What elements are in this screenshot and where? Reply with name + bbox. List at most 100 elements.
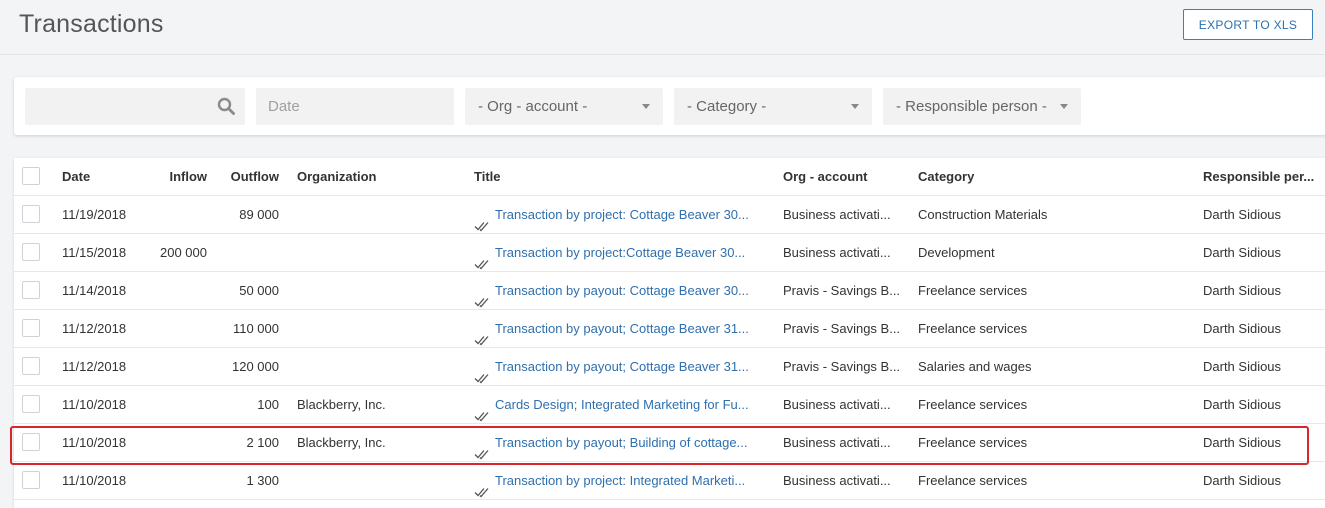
table-row[interactable]: 11/12/2018 120 000 Transaction by payout; … <box>14 348 1325 386</box>
cell-inflow: 200 000 <box>160 245 207 260</box>
row-checkbox[interactable] <box>22 471 40 489</box>
cell-category: Salaries and wages <box>918 359 1032 374</box>
category-select-value: - Category - <box>687 98 767 115</box>
cell-category: Development <box>918 245 995 260</box>
table-row[interactable]: 11/14/2018 50 000 Transaction by payout: C… <box>14 272 1325 310</box>
cell-responsible: Darth Sidious <box>1203 321 1282 336</box>
transactions-table: Date Inflow Outflow Organization Title O… <box>14 158 1325 508</box>
double-check-icon <box>474 361 490 383</box>
double-check-icon <box>474 285 490 307</box>
cell-organization-link[interactable] <box>297 462 462 499</box>
cell-org-account: Business activati... <box>783 435 891 450</box>
cell-outflow: 120 000 <box>232 359 279 374</box>
page-title: Transactions <box>19 10 164 38</box>
cell-category: Freelance services <box>918 283 1028 298</box>
title-link[interactable]: Transaction by payout: Cottage Beaver 30… <box>495 272 749 309</box>
cell-inflow <box>142 272 207 309</box>
table-row[interactable]: 11/10/2018 100 Blackberry, Inc. Cards Desig… <box>14 386 1325 424</box>
date-filter-input[interactable] <box>256 88 454 125</box>
column-header-category[interactable]: Category <box>918 158 1188 195</box>
cell-org-account: Business activati... <box>783 397 891 412</box>
responsible-select-value: - Responsible person - <box>896 98 1047 115</box>
column-header-organization[interactable]: Organization <box>297 158 462 195</box>
cell-category: Freelance services <box>918 473 1028 488</box>
cell-inflow <box>142 348 207 385</box>
double-check-icon <box>474 209 490 231</box>
org-account-select-value: - Org - account - <box>478 98 588 115</box>
search-icon[interactable] <box>217 97 235 115</box>
select-all-checkbox[interactable] <box>22 167 40 185</box>
column-header-org-account[interactable]: Org - account <box>783 158 903 195</box>
cell-responsible: Darth Sidious <box>1203 473 1282 488</box>
cell-inflow <box>142 310 207 347</box>
cell-title: Transaction by project: Cottage Beaver 3… <box>474 196 766 233</box>
cell-outflow: 110 000 <box>232 321 279 336</box>
row-checkbox[interactable] <box>22 319 40 337</box>
chevron-down-icon <box>642 104 650 109</box>
column-header-date[interactable]: Date <box>62 158 152 195</box>
cell-date: 11/10/2018 <box>62 473 127 488</box>
cell-organization-link[interactable] <box>297 234 462 271</box>
double-check-icon <box>474 323 490 345</box>
cell-organization-link[interactable] <box>297 196 462 233</box>
column-header-responsible[interactable]: Responsible per... <box>1203 158 1318 195</box>
cell-responsible: Darth Sidious <box>1203 207 1282 222</box>
table-row[interactable]: 11/19/2018 89 000 Transaction by project: … <box>14 196 1325 234</box>
table-row[interactable]: 11/12/2018 110 000 Transaction by payout; … <box>14 310 1325 348</box>
cell-outflow <box>214 234 279 271</box>
title-link[interactable]: Transaction by project: Integrated Marke… <box>495 462 745 499</box>
page-header: Transactions EXPORT TO XLS <box>0 0 1325 55</box>
double-check-icon <box>474 399 490 421</box>
double-check-icon <box>474 475 490 497</box>
title-link[interactable]: Transaction by project: Cottage Beaver 3… <box>495 196 749 233</box>
cell-title: Transaction by payout: Cottage Beaver 30… <box>474 272 766 309</box>
cell-outflow: 2 100 <box>246 435 279 450</box>
table-row[interactable]: 11/10/2018 2 100 Blackberry, Inc. Transacti… <box>14 424 1325 462</box>
cell-org-account: Pravis - Savings B... <box>783 359 901 374</box>
org-account-select[interactable]: - Org - account - <box>465 88 663 125</box>
title-link[interactable]: Transaction by payout; Building of cotta… <box>495 424 747 461</box>
table-row[interactable]: 11/15/2018 200 000 Transaction by project:… <box>14 234 1325 272</box>
row-checkbox[interactable] <box>22 357 40 375</box>
cell-organization-link[interactable] <box>297 310 462 347</box>
search-input[interactable] <box>25 88 245 125</box>
row-checkbox[interactable] <box>22 205 40 223</box>
double-check-icon <box>474 247 490 269</box>
title-link[interactable]: Transaction by payout; Cottage Beaver 31… <box>495 348 749 385</box>
cell-responsible: Darth Sidious <box>1203 359 1282 374</box>
cell-responsible: Darth Sidious <box>1203 245 1282 260</box>
title-link[interactable]: Transaction by payout; Cottage Beaver 31… <box>495 310 749 347</box>
title-link[interactable]: Cards Design; Integrated Marketing for F… <box>495 386 749 423</box>
chevron-down-icon <box>1060 104 1068 109</box>
cell-date: 11/12/2018 <box>62 359 127 374</box>
cell-org-account: Business activati... <box>783 473 891 488</box>
row-checkbox[interactable] <box>22 243 40 261</box>
double-check-icon <box>474 437 490 459</box>
cell-organization-link[interactable]: Blackberry, Inc. <box>297 424 462 461</box>
row-checkbox[interactable] <box>22 395 40 413</box>
cell-date: 11/10/2018 <box>62 435 127 450</box>
responsible-person-select[interactable]: - Responsible person - <box>883 88 1081 125</box>
cell-org-account: Business activati... <box>783 207 891 222</box>
cell-inflow <box>142 386 207 423</box>
cell-organization-link[interactable] <box>297 272 462 309</box>
table-row[interactable]: 11/10/2018 1 300 Transaction by project: I… <box>14 462 1325 500</box>
cell-title: Transaction by payout; Cottage Beaver 31… <box>474 310 766 347</box>
table-header-row: Date Inflow Outflow Organization Title O… <box>14 158 1325 196</box>
title-link[interactable]: Transaction by project:Cottage Beaver 30… <box>495 234 745 271</box>
cell-outflow: 1 300 <box>246 473 279 488</box>
cell-organization-link[interactable] <box>297 348 462 385</box>
cell-outflow: 50 000 <box>239 283 279 298</box>
column-header-outflow[interactable]: Outflow <box>214 158 279 195</box>
row-checkbox[interactable] <box>22 433 40 451</box>
column-header-title[interactable]: Title <box>474 158 766 195</box>
export-xls-button[interactable]: EXPORT TO XLS <box>1183 9 1313 40</box>
column-header-inflow[interactable]: Inflow <box>142 158 207 195</box>
chevron-down-icon <box>851 104 859 109</box>
cell-responsible: Darth Sidious <box>1203 283 1282 298</box>
row-checkbox[interactable] <box>22 281 40 299</box>
cell-category: Construction Materials <box>918 207 1048 222</box>
category-select[interactable]: - Category - <box>674 88 872 125</box>
cell-title: Transaction by payout; Cottage Beaver 31… <box>474 348 766 385</box>
cell-organization-link[interactable]: Blackberry, Inc. <box>297 386 462 423</box>
